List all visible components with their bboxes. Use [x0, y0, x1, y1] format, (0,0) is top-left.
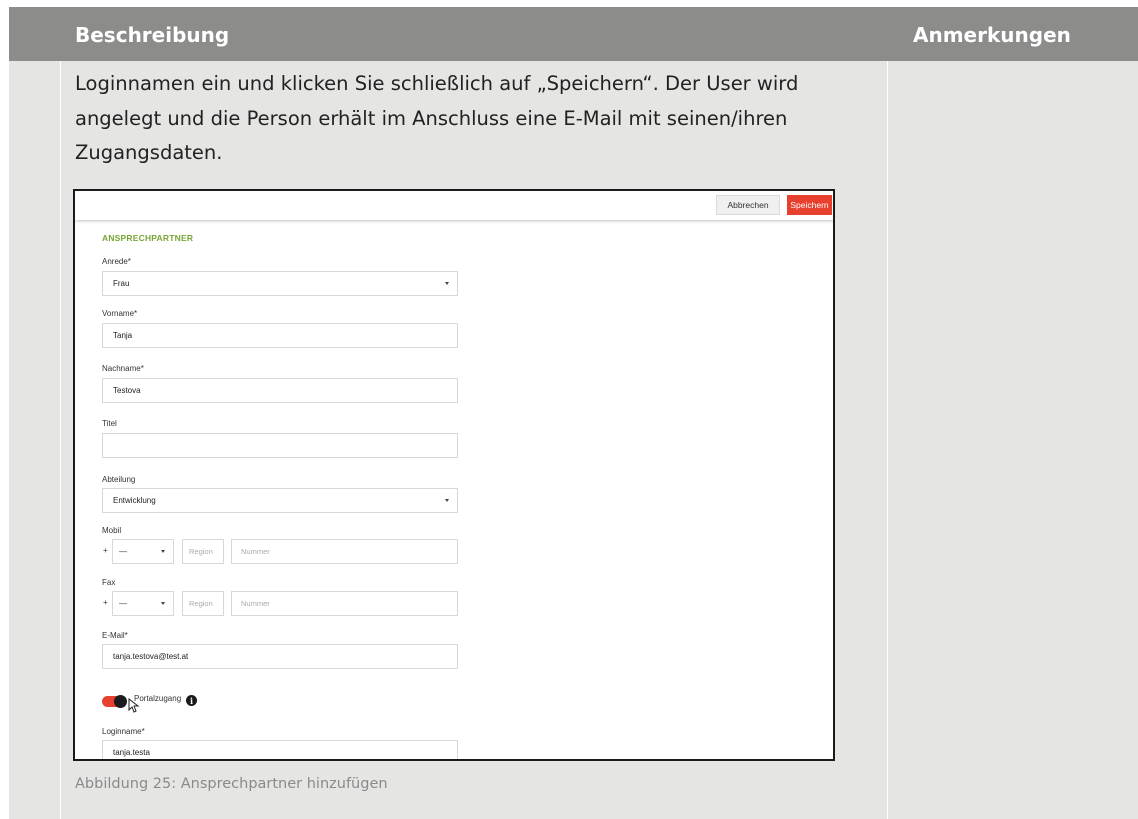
toggle-knob: [114, 695, 127, 708]
column-header-notes: Anmerkungen: [913, 23, 1071, 47]
mobil-number-input[interactable]: Nummer: [231, 539, 458, 564]
section-title: ANSPRECHPARTNER: [102, 233, 194, 243]
table-cell-notes: [888, 61, 1138, 819]
vorname-value: Tanja: [113, 331, 133, 340]
chevron-down-icon: [445, 499, 449, 502]
abteilung-label: Abteilung: [102, 475, 136, 484]
nachname-value: Testova: [113, 386, 141, 395]
fax-country-select[interactable]: —: [112, 591, 174, 616]
embedded-screenshot: Abbrechen Speichern ANSPRECHPARTNER Anre…: [73, 189, 835, 761]
mobil-label: Mobil: [102, 526, 122, 535]
info-icon[interactable]: i: [186, 695, 197, 706]
titel-field[interactable]: [102, 433, 458, 458]
vorname-label: Vorname*: [102, 309, 138, 318]
loginname-field[interactable]: tanja.testa: [102, 740, 458, 759]
mobil-country-select[interactable]: —: [112, 539, 174, 564]
chevron-down-icon: [161, 602, 165, 605]
email-label: E-Mail*: [102, 631, 128, 640]
email-value: tanja.testova@test.at: [113, 652, 189, 661]
chevron-down-icon: [445, 282, 449, 285]
anrede-select[interactable]: Frau: [102, 271, 458, 296]
nachname-field[interactable]: Testova: [102, 378, 458, 403]
titel-label: Titel: [102, 419, 117, 428]
portal-access-label: Portalzugang: [134, 694, 182, 703]
abteilung-value: Entwicklung: [113, 496, 156, 505]
fax-country-value: —: [119, 599, 127, 608]
fax-label: Fax: [102, 578, 116, 587]
abteilung-select[interactable]: Entwicklung: [102, 488, 458, 513]
fax-region-input[interactable]: Region: [182, 591, 224, 616]
anrede-value: Frau: [113, 279, 130, 288]
column-header-description: Beschreibung: [75, 23, 230, 47]
anrede-label: Anrede*: [102, 257, 131, 266]
nachname-label: Nachname*: [102, 364, 144, 373]
fax-plus-sign: +: [103, 598, 108, 607]
table-header: Beschreibung Anmerkungen: [9, 7, 1138, 61]
description-paragraph: Loginnamen ein und klicken Sie schließli…: [75, 72, 799, 164]
mobil-country-value: —: [119, 547, 127, 556]
chevron-down-icon: [161, 550, 165, 553]
mobil-region-input[interactable]: Region: [182, 539, 224, 564]
mobil-plus-sign: +: [103, 546, 108, 555]
fax-number-input[interactable]: Nummer: [231, 591, 458, 616]
table-cell-left: [9, 61, 60, 819]
save-button[interactable]: Speichern: [787, 195, 832, 215]
form-toolbar: Abbrechen Speichern: [75, 191, 833, 220]
figure-caption: Abbildung 25: Ansprechpartner hinzufügen: [75, 776, 388, 792]
loginname-value: tanja.testa: [113, 748, 150, 757]
loginname-label: Loginname*: [102, 727, 145, 736]
email-field[interactable]: tanja.testova@test.at: [102, 644, 458, 669]
portal-access-toggle[interactable]: [102, 695, 127, 708]
cancel-button[interactable]: Abbrechen: [716, 195, 780, 215]
vorname-field[interactable]: Tanja: [102, 323, 458, 348]
